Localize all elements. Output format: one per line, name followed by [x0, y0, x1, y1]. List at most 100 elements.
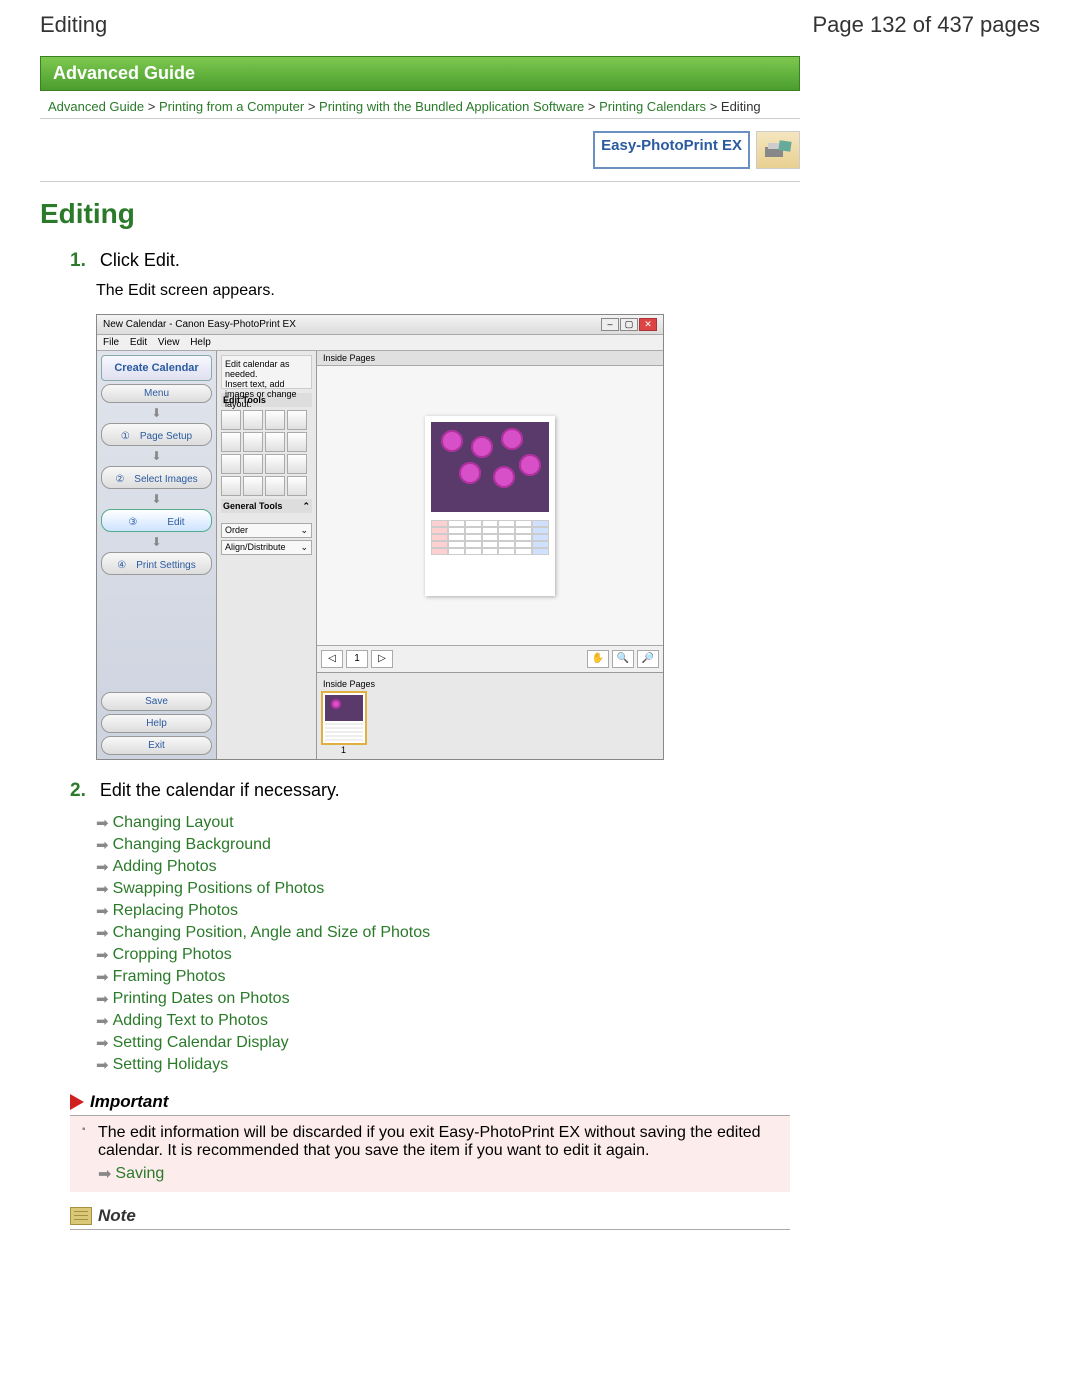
crumb-link[interactable]: Printing from a Computer: [159, 99, 304, 114]
calendar-grid: [431, 520, 549, 555]
app-badge: Easy-PhotoPrint EX: [593, 131, 750, 169]
app-screenshot: New Calendar - Canon Easy-PhotoPrint EX …: [96, 314, 664, 760]
menu-item[interactable]: File: [103, 337, 119, 348]
save-button[interactable]: Save: [101, 692, 212, 711]
arrow-right-icon: ➡: [96, 1012, 109, 1030]
hand-tool-button[interactable]: ✋: [587, 650, 609, 668]
edit-link[interactable]: Adding Photos: [113, 858, 217, 876]
menu-item[interactable]: View: [158, 337, 180, 348]
tool-button[interactable]: [287, 432, 307, 452]
arrow-right-icon: ➡: [96, 946, 109, 964]
wizard-header: Create Calendar: [101, 355, 212, 381]
zoom-out-button[interactable]: 🔎: [637, 650, 659, 668]
arrow-down-icon: ⬇: [101, 492, 212, 506]
align-dropdown[interactable]: Align/Distribute⌄: [221, 540, 312, 555]
step-text: Click Edit.: [100, 250, 180, 270]
calendar-page[interactable]: [425, 416, 555, 596]
page-number: 1: [346, 650, 368, 668]
tool-button[interactable]: [221, 432, 241, 452]
arrow-right-icon: ➡: [96, 858, 109, 876]
tool-button[interactable]: [265, 410, 285, 430]
page-thumbnail[interactable]: [321, 691, 367, 745]
saving-link[interactable]: Saving: [115, 1165, 164, 1183]
crumb-current: Editing: [721, 99, 761, 114]
edit-link[interactable]: Framing Photos: [113, 968, 226, 986]
close-button[interactable]: ✕: [639, 318, 657, 331]
wizard-step-print-settings[interactable]: ④ Print Settings: [101, 552, 212, 575]
edit-link[interactable]: Setting Calendar Display: [113, 1034, 289, 1052]
step-text: Edit the calendar if necessary.: [100, 780, 340, 800]
edit-link[interactable]: Replacing Photos: [113, 902, 238, 920]
tool-button[interactable]: [265, 432, 285, 452]
arrow-right-icon: ➡: [96, 836, 109, 854]
important-icon: [70, 1094, 84, 1110]
tool-button[interactable]: [287, 476, 307, 496]
maximize-button[interactable]: ▢: [620, 318, 638, 331]
note-label: Note: [98, 1206, 136, 1226]
arrow-right-icon: ➡: [96, 968, 109, 986]
edit-links-list: ➡Changing Layout➡Changing Background➡Add…: [96, 814, 1040, 1074]
menu-item[interactable]: Help: [190, 337, 211, 348]
edit-link[interactable]: Cropping Photos: [113, 946, 232, 964]
edit-link[interactable]: Changing Position, Angle and Size of Pho…: [113, 924, 431, 942]
note-icon: [70, 1207, 92, 1225]
arrow-right-icon: ➡: [96, 814, 109, 832]
tool-button[interactable]: [221, 410, 241, 430]
breadcrumb: Advanced Guide > Printing from a Compute…: [40, 95, 800, 119]
crumb-link[interactable]: Printing with the Bundled Application So…: [319, 99, 584, 114]
crumb-sep: >: [148, 99, 156, 114]
crumb-sep: >: [308, 99, 316, 114]
arrow-down-icon: ⬇: [101, 535, 212, 549]
arrow-right-icon: ➡: [96, 1056, 109, 1074]
edit-link[interactable]: Printing Dates on Photos: [113, 990, 290, 1008]
tool-button[interactable]: [287, 410, 307, 430]
order-dropdown[interactable]: Order⌄: [221, 523, 312, 538]
step-number: 1.: [70, 250, 96, 272]
prev-page-button[interactable]: ◁: [321, 650, 343, 668]
tool-button[interactable]: [265, 454, 285, 474]
wizard-step-menu[interactable]: Menu: [101, 384, 212, 403]
help-button[interactable]: Help: [101, 714, 212, 733]
important-text: The edit information will be discarded i…: [98, 1124, 761, 1159]
tool-button[interactable]: [243, 410, 263, 430]
inside-pages-tab[interactable]: Inside Pages: [317, 351, 663, 366]
printer-photo-icon: [756, 131, 800, 169]
arrow-down-icon: ⬇: [101, 406, 212, 420]
crumb-link[interactable]: Printing Calendars: [599, 99, 706, 114]
tool-button[interactable]: [287, 454, 307, 474]
guide-banner: Advanced Guide: [40, 56, 800, 91]
arrow-right-icon: ➡: [96, 990, 109, 1008]
next-page-button[interactable]: ▷: [371, 650, 393, 668]
step-number: 2.: [70, 780, 96, 802]
menu-item[interactable]: Edit: [130, 337, 147, 348]
canvas-area[interactable]: [317, 366, 663, 645]
wizard-step-edit[interactable]: ③ Edit: [101, 509, 212, 532]
arrow-right-icon: ➡: [98, 1164, 111, 1184]
tool-button[interactable]: [221, 454, 241, 474]
edit-link[interactable]: Swapping Positions of Photos: [113, 880, 325, 898]
edit-link[interactable]: Adding Text to Photos: [113, 1012, 268, 1030]
minimize-button[interactable]: –: [601, 318, 619, 331]
wizard-step-page-setup[interactable]: ① Page Setup: [101, 423, 212, 446]
exit-button[interactable]: Exit: [101, 736, 212, 755]
edit-link[interactable]: Changing Layout: [113, 814, 234, 832]
tool-button[interactable]: [265, 476, 285, 496]
window-title: New Calendar - Canon Easy-PhotoPrint EX: [103, 319, 296, 330]
tool-button[interactable]: [243, 476, 263, 496]
wizard-step-select-images[interactable]: ② Select Images: [101, 466, 212, 489]
tool-button[interactable]: [243, 432, 263, 452]
thumbnails-label: Inside Pages: [321, 677, 659, 691]
thumbnail-number: 1: [321, 745, 367, 755]
edit-link[interactable]: Setting Holidays: [113, 1056, 229, 1074]
tool-button[interactable]: [221, 476, 241, 496]
general-tools-label: General Tools ⌃: [221, 499, 312, 513]
menu-bar: File Edit View Help: [97, 335, 663, 351]
step-subtext: The Edit screen appears.: [96, 282, 1040, 300]
arrow-right-icon: ➡: [96, 880, 109, 898]
edit-link[interactable]: Changing Background: [113, 836, 271, 854]
zoom-in-button[interactable]: 🔍: [612, 650, 634, 668]
crumb-link[interactable]: Advanced Guide: [48, 99, 144, 114]
hint-panel: Edit calendar as needed. Insert text, ad…: [221, 355, 312, 389]
page-indicator: Page 132 of 437 pages: [812, 12, 1040, 38]
tool-button[interactable]: [243, 454, 263, 474]
